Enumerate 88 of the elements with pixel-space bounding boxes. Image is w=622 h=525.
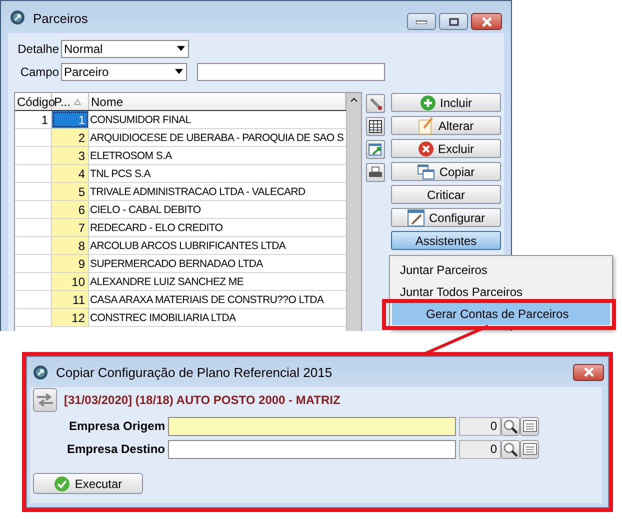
table-cell-text: ALEXANDRE LUIZ SANCHEZ ME xyxy=(89,274,245,290)
field-label: Detalhe xyxy=(16,42,60,56)
table-cell-text: CONSUMIDOR FINAL xyxy=(89,112,192,128)
scroll-up-icon xyxy=(350,97,358,102)
printer-button[interactable] xyxy=(366,163,385,182)
action-button[interactable]: Incluir xyxy=(391,93,501,112)
list-button[interactable] xyxy=(520,416,539,436)
minimize-icon xyxy=(416,20,427,24)
table-icon xyxy=(368,119,383,134)
list-button[interactable] xyxy=(520,440,539,458)
table-cell-text: ELETROSOM S.A xyxy=(89,148,173,164)
dropdown[interactable]: Parceiro xyxy=(61,63,187,81)
table-cell-text: CASA ARAXA MATERIAIS DE CONSTRU??O LTDA xyxy=(89,292,325,308)
menu-item[interactable]: Juntar Parceiros xyxy=(392,259,610,281)
sort-icon xyxy=(74,98,82,104)
close-button[interactable] xyxy=(573,364,604,380)
search-button[interactable] xyxy=(501,440,520,458)
table-button[interactable] xyxy=(366,117,385,136)
execute-button[interactable]: Executar xyxy=(33,473,143,494)
table-cell-text: CIELO - CABAL DEBITO xyxy=(89,202,202,218)
table-cell[interactable]: 5 xyxy=(52,183,89,200)
table-cell-text: REDECARD - ELO CREDITO xyxy=(89,220,224,236)
window-pencil-icon xyxy=(406,208,425,226)
field-label: Empresa Origem xyxy=(68,419,166,433)
table-cell-text: TNL PCS S.A xyxy=(89,166,152,182)
list-icon xyxy=(522,443,536,455)
table-cell[interactable]: 12 xyxy=(52,309,89,326)
field-label: Empresa Destino xyxy=(66,442,166,456)
table-cell[interactable]: 10 xyxy=(52,273,89,290)
app-logo-icon xyxy=(10,10,25,24)
table-cell[interactable]: 6 xyxy=(52,201,89,218)
table-cell[interactable]: 1 xyxy=(52,111,89,128)
table-cell-text: SUPERMERCADO BERNADAO LTDA xyxy=(89,256,264,272)
printer-icon xyxy=(368,165,383,180)
table-cell-text: ARQUIDIOCESE DE UBERABA - PAROQUIA DE SAO S xyxy=(89,130,345,146)
action-button[interactable]: Configurar xyxy=(391,208,501,227)
column-header[interactable]: P... xyxy=(54,94,70,108)
dialog-title: Copiar Configuração de Plano Referencial 2015 xyxy=(56,364,332,380)
copy-windows-icon xyxy=(417,164,436,180)
menu-item[interactable]: Gerar Contas de Parceiros xyxy=(392,303,610,325)
delete-icon xyxy=(418,140,434,156)
table-cell[interactable]: 2 xyxy=(52,129,89,146)
search-field[interactable] xyxy=(197,63,385,81)
action-button[interactable]: Excluir xyxy=(391,139,501,158)
company-context: [31/03/2020] (18/18) AUTO POSTO 2000 - MATRIZ xyxy=(64,393,340,407)
search-icon xyxy=(503,418,518,434)
close-button[interactable] xyxy=(471,13,502,30)
close-icon xyxy=(582,367,594,377)
list-icon xyxy=(522,420,536,432)
action-button[interactable]: Assistentes xyxy=(391,231,501,250)
column-header[interactable]: Código xyxy=(15,93,52,110)
swap-arrows-icon xyxy=(36,393,54,407)
search-button[interactable] xyxy=(501,416,520,436)
dropdown[interactable]: Normal xyxy=(61,40,189,58)
table-cell[interactable]: 3 xyxy=(52,147,89,164)
export-window-icon xyxy=(368,142,383,157)
table-cell[interactable]: 9 xyxy=(52,255,89,272)
app-logo-icon xyxy=(33,364,48,380)
code-field[interactable]: 0 xyxy=(459,440,501,458)
window-title: Parceiros xyxy=(33,10,88,26)
scrollbar[interactable] xyxy=(346,93,361,331)
caret-icon xyxy=(174,46,188,52)
table-cell[interactable]: 8 xyxy=(52,237,89,254)
table-cell-text: ARCOLUB ARCOS LUBRIFICANTES LTDA xyxy=(89,238,287,254)
field-label: Campo xyxy=(19,65,60,79)
minimize-button[interactable] xyxy=(407,13,436,30)
menu-item[interactable]: Juntar Todos Parceiros xyxy=(392,281,610,303)
table-cell[interactable]: 4 xyxy=(52,165,89,182)
action-button[interactable]: Alterar xyxy=(391,116,501,135)
table-cell-text: TRIVALE ADMINISTRACAO LTDA - VALECARD xyxy=(89,184,306,200)
table-cell[interactable]: 11 xyxy=(52,291,89,308)
action-button[interactable]: Criticar xyxy=(391,185,501,204)
close-icon xyxy=(480,16,492,26)
maximize-button[interactable] xyxy=(439,13,468,30)
search-icon xyxy=(503,442,518,456)
input-field[interactable] xyxy=(168,416,456,436)
input-field[interactable] xyxy=(168,440,456,458)
plus-icon xyxy=(420,94,436,110)
export-window-button[interactable] xyxy=(366,140,385,159)
table-cell[interactable]: 7 xyxy=(52,219,89,236)
caret-icon xyxy=(172,69,186,75)
note-pencil-icon xyxy=(418,116,434,134)
table-cell-text: CONSTREC IMOBILIARIA LTDA xyxy=(89,310,237,326)
action-button[interactable]: Copiar xyxy=(391,162,501,181)
code-field[interactable]: 0 xyxy=(459,416,501,436)
maximize-icon xyxy=(448,18,458,26)
check-icon xyxy=(54,476,70,492)
swap-button[interactable] xyxy=(33,388,57,412)
